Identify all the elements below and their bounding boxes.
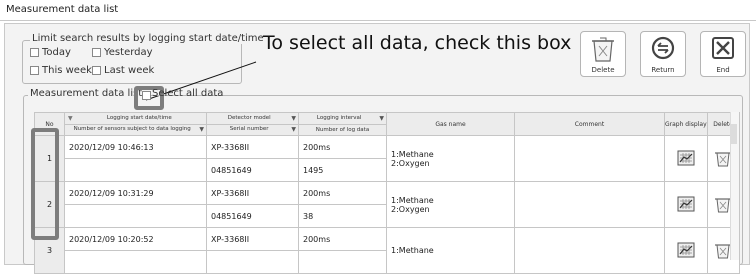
sensors-cell bbox=[64, 204, 207, 228]
logging-start-cell: 2020/12/09 10:20:52 bbox=[64, 227, 207, 251]
today-label: Today bbox=[42, 47, 71, 58]
header-serial[interactable]: Serial number ▼ bbox=[206, 123, 299, 136]
header-logging-interval-label: Logging interval bbox=[316, 114, 362, 121]
dropdown-icon[interactable]: ▼ bbox=[199, 126, 205, 133]
detector-model-cell: XP-3368II bbox=[206, 227, 299, 251]
header-detector-model[interactable]: Detector model ▼ bbox=[206, 112, 299, 125]
logging-interval-cell: 200ms bbox=[298, 227, 387, 251]
scrollbar-thumb[interactable] bbox=[731, 124, 737, 144]
annotation-text: To select all data, check this box bbox=[263, 32, 572, 54]
gas-2: 2:Oxygen bbox=[391, 158, 430, 168]
gas-name-cell: 1:Methane 2:Oxygen bbox=[386, 181, 515, 228]
header-sensors-label: Number of sensors subject to data loggin… bbox=[73, 126, 191, 133]
logging-interval-cell: 200ms bbox=[298, 135, 387, 159]
checkbox-box[interactable] bbox=[92, 66, 101, 75]
logging-start-cell: 2020/12/09 10:46:13 bbox=[64, 135, 207, 159]
measurement-table: No ▼ Logging start date/time Detector mod… bbox=[34, 112, 740, 274]
select-all-label: Select all data bbox=[152, 88, 224, 99]
title-divider bbox=[0, 20, 756, 21]
graph-display-button[interactable] bbox=[664, 135, 708, 182]
graph-icon[interactable] bbox=[677, 150, 695, 168]
table-row[interactable]: 3 2020/12/09 10:20:52 XP-3368II 200ms 1:… bbox=[34, 227, 740, 274]
row-number-highlight bbox=[31, 128, 59, 240]
sensors-cell bbox=[64, 158, 207, 182]
logging-start-cell: 2020/12/09 10:31:29 bbox=[64, 181, 207, 205]
end-button-label: End bbox=[716, 66, 730, 74]
detector-model-cell: XP-3368II bbox=[206, 135, 299, 159]
log-count-cell bbox=[298, 250, 387, 274]
header-detector-model-label: Detector model bbox=[227, 114, 271, 121]
table-row[interactable]: 1 2020/12/09 10:46:13 XP-3368II 200ms 1:… bbox=[34, 135, 740, 182]
header-comment: Comment bbox=[514, 112, 665, 136]
dropdown-icon[interactable]: ▼ bbox=[291, 115, 297, 122]
delete-button[interactable]: Delete bbox=[580, 31, 626, 77]
return-button[interactable]: Return bbox=[640, 31, 686, 77]
data-list-label: Measurement data list bbox=[28, 88, 145, 99]
return-icon bbox=[641, 36, 685, 60]
sort-icon[interactable]: ▼ bbox=[66, 115, 73, 122]
graph-icon[interactable] bbox=[677, 196, 695, 214]
dropdown-icon[interactable]: ▼ bbox=[379, 115, 385, 122]
sensors-cell bbox=[64, 250, 207, 274]
header-serial-label: Serial number bbox=[229, 126, 269, 133]
gas-1: 1:Methane bbox=[391, 246, 434, 255]
gas-2: 2:Oxygen bbox=[391, 204, 430, 214]
comment-cell[interactable] bbox=[514, 227, 665, 274]
table-header-row: No ▼ Logging start date/time Detector mod… bbox=[34, 112, 740, 136]
header-gas-name: Gas name bbox=[386, 112, 515, 136]
detector-model-cell: XP-3368II bbox=[206, 181, 299, 205]
return-button-label: Return bbox=[651, 66, 675, 74]
log-count-cell: 1495 bbox=[298, 158, 387, 182]
this-week-checkbox[interactable]: This week bbox=[30, 65, 92, 76]
comment-cell[interactable] bbox=[514, 135, 665, 182]
graph-display-button[interactable] bbox=[664, 181, 708, 228]
checkbox-box[interactable] bbox=[92, 48, 101, 57]
gas-1: 1:Methane bbox=[391, 149, 434, 159]
gas-name-cell: 1:Methane 2:Oxygen bbox=[386, 135, 515, 182]
graph-icon[interactable] bbox=[677, 242, 695, 260]
graph-display-button[interactable] bbox=[664, 227, 708, 274]
select-all-checkbox[interactable] bbox=[142, 91, 151, 100]
header-logging-start-label: Logging start date/time bbox=[106, 114, 172, 121]
today-checkbox[interactable]: Today bbox=[30, 47, 71, 58]
header-graph-display: Graph display bbox=[664, 112, 708, 136]
delete-button-label: Delete bbox=[591, 66, 615, 74]
date-filter-label: Limit search results by logging start da… bbox=[30, 33, 266, 44]
trash-icon bbox=[581, 36, 625, 62]
window-title: Measurement data list bbox=[6, 4, 119, 15]
header-logging-start[interactable]: ▼ Logging start date/time bbox=[64, 112, 207, 125]
end-button[interactable]: End bbox=[700, 31, 746, 77]
dropdown-icon[interactable]: ▼ bbox=[291, 126, 297, 133]
header-logging-interval[interactable]: Logging interval ▼ bbox=[298, 112, 387, 125]
log-count-cell: 38 bbox=[298, 204, 387, 228]
serial-cell: 04851649 bbox=[206, 158, 299, 182]
this-week-label: This week bbox=[42, 65, 92, 76]
close-icon bbox=[701, 36, 745, 60]
gas-1: 1:Methane bbox=[391, 195, 434, 205]
header-log-count: Number of log data bbox=[298, 123, 387, 136]
checkbox-box[interactable] bbox=[30, 48, 39, 57]
serial-cell bbox=[206, 250, 299, 274]
serial-cell: 04851649 bbox=[206, 204, 299, 228]
table-row[interactable]: 2 2020/12/09 10:31:29 XP-3368II 200ms 1:… bbox=[34, 181, 740, 228]
yesterday-checkbox[interactable]: Yesterday bbox=[92, 47, 153, 58]
gas-name-cell: 1:Methane bbox=[386, 227, 515, 274]
yesterday-label: Yesterday bbox=[104, 47, 153, 58]
checkbox-box[interactable] bbox=[30, 66, 39, 75]
logging-interval-cell: 200ms bbox=[298, 181, 387, 205]
comment-cell[interactable] bbox=[514, 181, 665, 228]
header-sensors[interactable]: Number of sensors subject to data loggin… bbox=[64, 123, 207, 136]
